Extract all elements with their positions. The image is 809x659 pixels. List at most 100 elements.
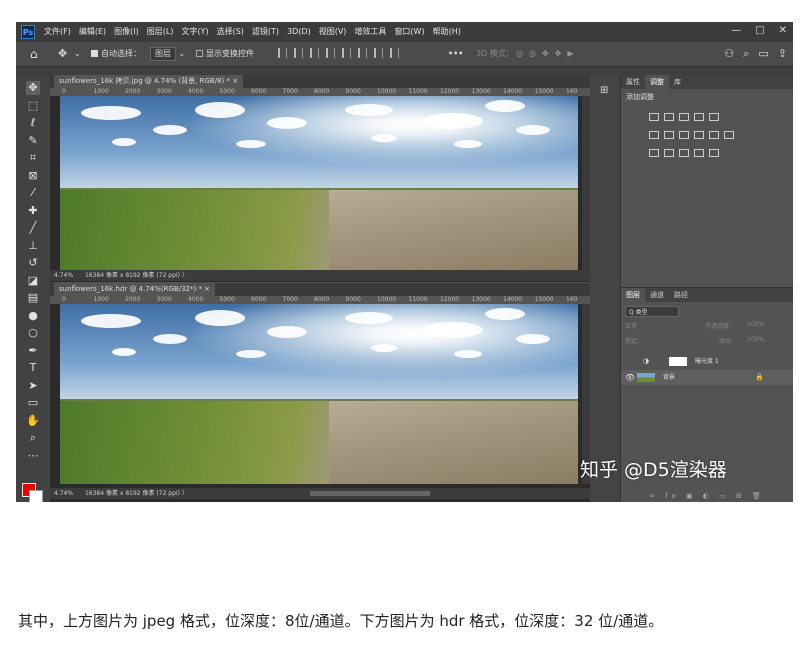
visibility-off-icon[interactable]: · [625, 354, 628, 369]
menu-item[interactable]: 文件(F) [40, 22, 75, 42]
menu-item[interactable]: 窗口(W) [390, 22, 428, 42]
document-tab-hdr[interactable]: sunflowers_16k.hdr @ 4.74%(RGB/32*) * × [54, 283, 216, 296]
vibrance-icon[interactable] [709, 113, 719, 121]
align-middle-icon[interactable] [358, 48, 367, 58]
photo-filter-icon[interactable] [694, 131, 704, 139]
vertical-scrollbar[interactable] [582, 96, 590, 270]
tab-paths[interactable]: 路径 [669, 288, 693, 302]
opacity-input[interactable]: 100% [747, 321, 764, 328]
lasso-icon[interactable]: ℓ [26, 116, 40, 130]
tool-preset-chevron-icon[interactable]: ⌄ [74, 42, 81, 66]
layer-row-exposure[interactable]: · ◑ 曝光度 1 [621, 354, 793, 369]
show-transform-checkbox[interactable]: 显示变换控件 [196, 42, 254, 66]
blend-mode-select[interactable]: 正常 [625, 323, 637, 330]
layer-mask-thumbnail[interactable] [669, 357, 687, 366]
blur-icon[interactable]: ● [26, 309, 40, 323]
tab-libraries[interactable]: 库 [669, 75, 686, 89]
share-icon[interactable]: ⇪ [778, 47, 787, 61]
dodge-icon[interactable]: ○ [26, 326, 40, 340]
more-options-button[interactable]: ••• [448, 42, 463, 66]
align-left-icon[interactable] [278, 48, 287, 58]
exposure-icon[interactable] [694, 113, 704, 121]
move-icon[interactable]: ✥ [26, 81, 40, 95]
shape-icon[interactable]: ▭ [26, 396, 40, 410]
eyedropper-icon[interactable]: ⁄ [26, 186, 40, 200]
menu-item[interactable]: 编辑(E) [75, 22, 110, 42]
threshold-icon[interactable] [679, 149, 689, 157]
user-icon[interactable]: ⚇ [724, 47, 734, 61]
background-color-swatch[interactable] [29, 490, 43, 502]
menu-item[interactable]: 增效工具 [350, 22, 390, 42]
minimize-button[interactable]: — [731, 25, 741, 36]
align-center-icon[interactable] [294, 48, 303, 58]
move-tool-icon[interactable]: ✥ [58, 42, 67, 66]
document-dimensions[interactable]: 16384 像素 x 8192 像素 (72 ppi) 〉 [85, 490, 188, 497]
tab-adjustments[interactable]: 调整 [645, 75, 669, 89]
gradient-map-icon[interactable] [709, 149, 719, 157]
3d-mode-icons[interactable]: ◎◎✥✥▶ [516, 42, 580, 66]
pen-icon[interactable]: ✒ [26, 344, 40, 358]
black-white-icon[interactable] [679, 131, 689, 139]
panorama-image-jpeg[interactable] [60, 96, 578, 270]
marquee-icon[interactable]: ⬚ [26, 99, 40, 113]
distribute-icon[interactable] [326, 48, 335, 58]
layer-filter-select[interactable]: Q 类型 [625, 306, 679, 317]
workspace-icon[interactable]: ▭ [758, 47, 768, 61]
eraser-icon[interactable]: ◪ [26, 274, 40, 288]
horizontal-scrollbar[interactable] [310, 491, 430, 496]
gradient-icon[interactable]: ▤ [26, 291, 40, 305]
menu-item[interactable]: 选择(S) [213, 22, 248, 42]
type-icon[interactable]: T [26, 361, 40, 375]
color-lookup-icon[interactable] [724, 131, 734, 139]
channel-mixer-icon[interactable] [709, 131, 719, 139]
menu-item[interactable]: 图层(L) [143, 22, 178, 42]
document-dimensions[interactable]: 16384 像素 x 8192 像素 (72 ppi) 〉 [85, 272, 188, 279]
tab-layers[interactable]: 图层 [621, 288, 645, 302]
maximize-button[interactable]: □ [755, 25, 764, 36]
align-bottom-icon[interactable] [374, 48, 383, 58]
brush-icon[interactable]: ╱ [26, 221, 40, 235]
align-top-icon[interactable] [342, 48, 351, 58]
lock-icon[interactable]: 🔒 [755, 370, 764, 385]
brightness-icon[interactable] [649, 113, 659, 121]
layer-name[interactable]: 背景 [663, 370, 675, 385]
history-icon[interactable]: ⊞ [600, 85, 608, 96]
healing-icon[interactable]: ✚ [26, 204, 40, 218]
distribute-vertical-icon[interactable] [390, 48, 399, 58]
history-brush-icon[interactable]: ↺ [26, 256, 40, 270]
quick-select-icon[interactable]: ✎ [26, 134, 40, 148]
zoom-icon[interactable]: ⌕ [26, 431, 40, 445]
menu-item[interactable]: 帮助(H) [429, 22, 465, 42]
layer-name[interactable]: 曝光度 1 [695, 354, 719, 369]
crop-icon[interactable]: ⌗ [26, 151, 40, 165]
color-balance-icon[interactable] [664, 131, 674, 139]
layer-row-background[interactable]: 👁 背景 🔒 [621, 370, 793, 385]
menu-item[interactable]: 视图(V) [315, 22, 351, 42]
home-icon[interactable]: ⌂ [30, 42, 38, 66]
menu-item[interactable]: 3D(D) [283, 22, 315, 42]
visibility-icon[interactable]: 👁 [625, 370, 635, 385]
selective-color-icon[interactable] [694, 149, 704, 157]
menu-item[interactable]: 图像(I) [110, 22, 143, 42]
menu-item[interactable]: 文字(Y) [177, 22, 212, 42]
curves-icon[interactable] [679, 113, 689, 121]
auto-select-dropdown[interactable]: 图层 ⌄ [150, 42, 185, 66]
panorama-image-hdr[interactable] [60, 304, 578, 484]
stamp-icon[interactable]: ⊥ [26, 239, 40, 253]
close-button[interactable]: ✕ [779, 25, 787, 36]
hue-icon[interactable] [649, 131, 659, 139]
path-select-icon[interactable]: ➤ [26, 379, 40, 393]
align-right-icon[interactable] [310, 48, 319, 58]
menu-item[interactable]: 滤镜(T) [248, 22, 283, 42]
auto-select-checkbox[interactable]: 自动选择： [91, 42, 141, 66]
frame-icon[interactable]: ⊠ [26, 169, 40, 183]
layers-footer-icons[interactable]: ∞ fx ▣ ◐ ▭ ⊞ 🗑 [621, 489, 793, 502]
more-tools-icon[interactable]: ⋯ [26, 449, 40, 463]
invert-icon[interactable] [649, 149, 659, 157]
search-icon[interactable]: ⌕ [743, 47, 749, 61]
document-tab-jpeg[interactable]: sunflowers_16k 拷贝.jpg @ 4.74% (背景, RGB/8… [54, 75, 244, 88]
levels-icon[interactable] [664, 113, 674, 121]
tab-properties[interactable]: 属性 [621, 75, 645, 89]
tab-channels[interactable]: 通道 [645, 288, 669, 302]
posterize-icon[interactable] [664, 149, 674, 157]
